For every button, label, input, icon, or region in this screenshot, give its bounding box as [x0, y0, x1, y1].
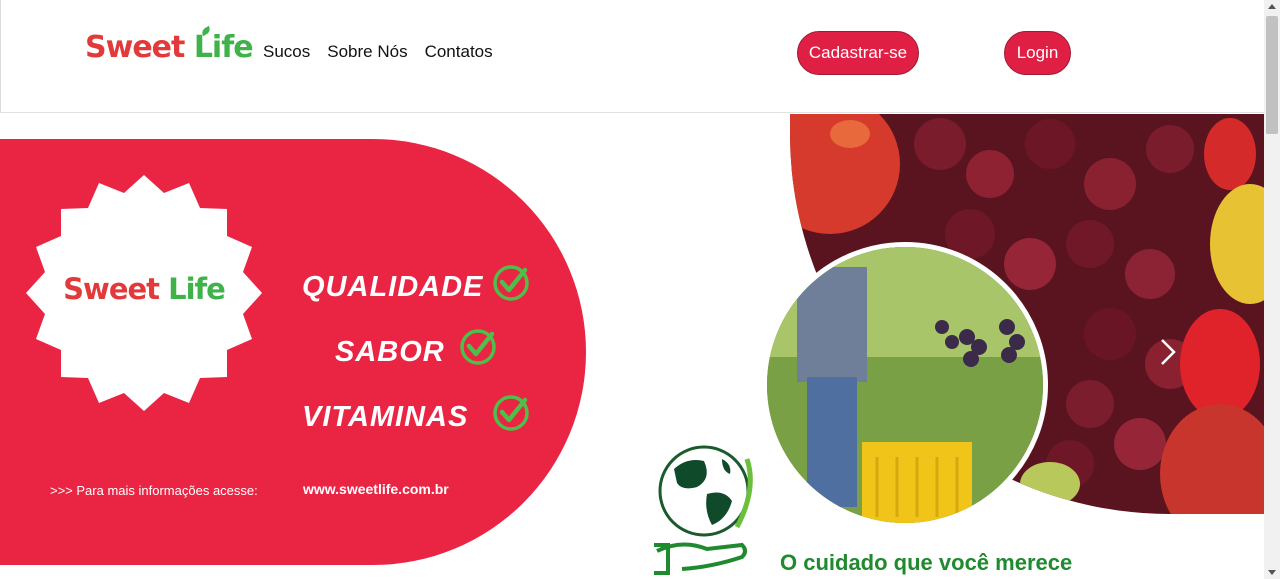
page-scrollbar[interactable]: [1264, 0, 1280, 579]
register-button[interactable]: Cadastrar-se: [797, 31, 919, 75]
badge-logo: Sweet Life: [26, 272, 262, 306]
check-circle-icon: [460, 329, 496, 365]
website-link[interactable]: www.sweetlife.com.br: [303, 481, 449, 497]
feature-quality: QUALIDADE: [302, 271, 484, 303]
green-grapes: [1020, 462, 1080, 506]
feature-flavor: SABOR: [335, 336, 445, 368]
farmer-photo: [762, 242, 1048, 528]
logo-badge: Sweet Life: [26, 175, 262, 411]
scroll-up-icon[interactable]: [1268, 4, 1276, 9]
scroll-down-icon[interactable]: [1268, 570, 1276, 575]
shirt: [797, 267, 867, 382]
nav-link-sobre-nos[interactable]: Sobre Nós: [327, 42, 407, 62]
main-nav: Sucos Sobre Nós Contatos: [263, 42, 493, 62]
check-circle-icon: [493, 395, 529, 431]
site-logo[interactable]: Sweet Life: [85, 25, 254, 65]
check-circle-icon: [493, 265, 529, 301]
logo-word-sweet: Sweet: [85, 30, 185, 65]
nav-link-sucos[interactable]: Sucos: [263, 42, 310, 62]
site-header: Sweet Life Sucos Sobre Nós Contatos Cada…: [0, 0, 1264, 113]
strawberry: [1180, 309, 1260, 419]
jeans: [807, 377, 857, 507]
hero-carousel: Sweet Life QUALIDADE SABOR VITAMINAS >>>…: [0, 114, 1264, 579]
scroll-thumb[interactable]: [1266, 16, 1278, 134]
globe-hand-icon: [654, 445, 753, 575]
info-text: >>> Para mais informações acesse:: [50, 483, 258, 498]
nav-link-contatos[interactable]: Contatos: [425, 42, 493, 62]
feature-vitamins: VITAMINAS: [302, 401, 469, 433]
login-button[interactable]: Login: [1004, 31, 1071, 75]
badge-logo-life: Life: [168, 272, 226, 306]
badge-logo-sweet: Sweet: [63, 272, 160, 306]
strawberry-top: [1204, 118, 1256, 190]
chevron-right-icon[interactable]: [1152, 336, 1184, 368]
tagline: O cuidado que você merece: [780, 550, 1073, 575]
